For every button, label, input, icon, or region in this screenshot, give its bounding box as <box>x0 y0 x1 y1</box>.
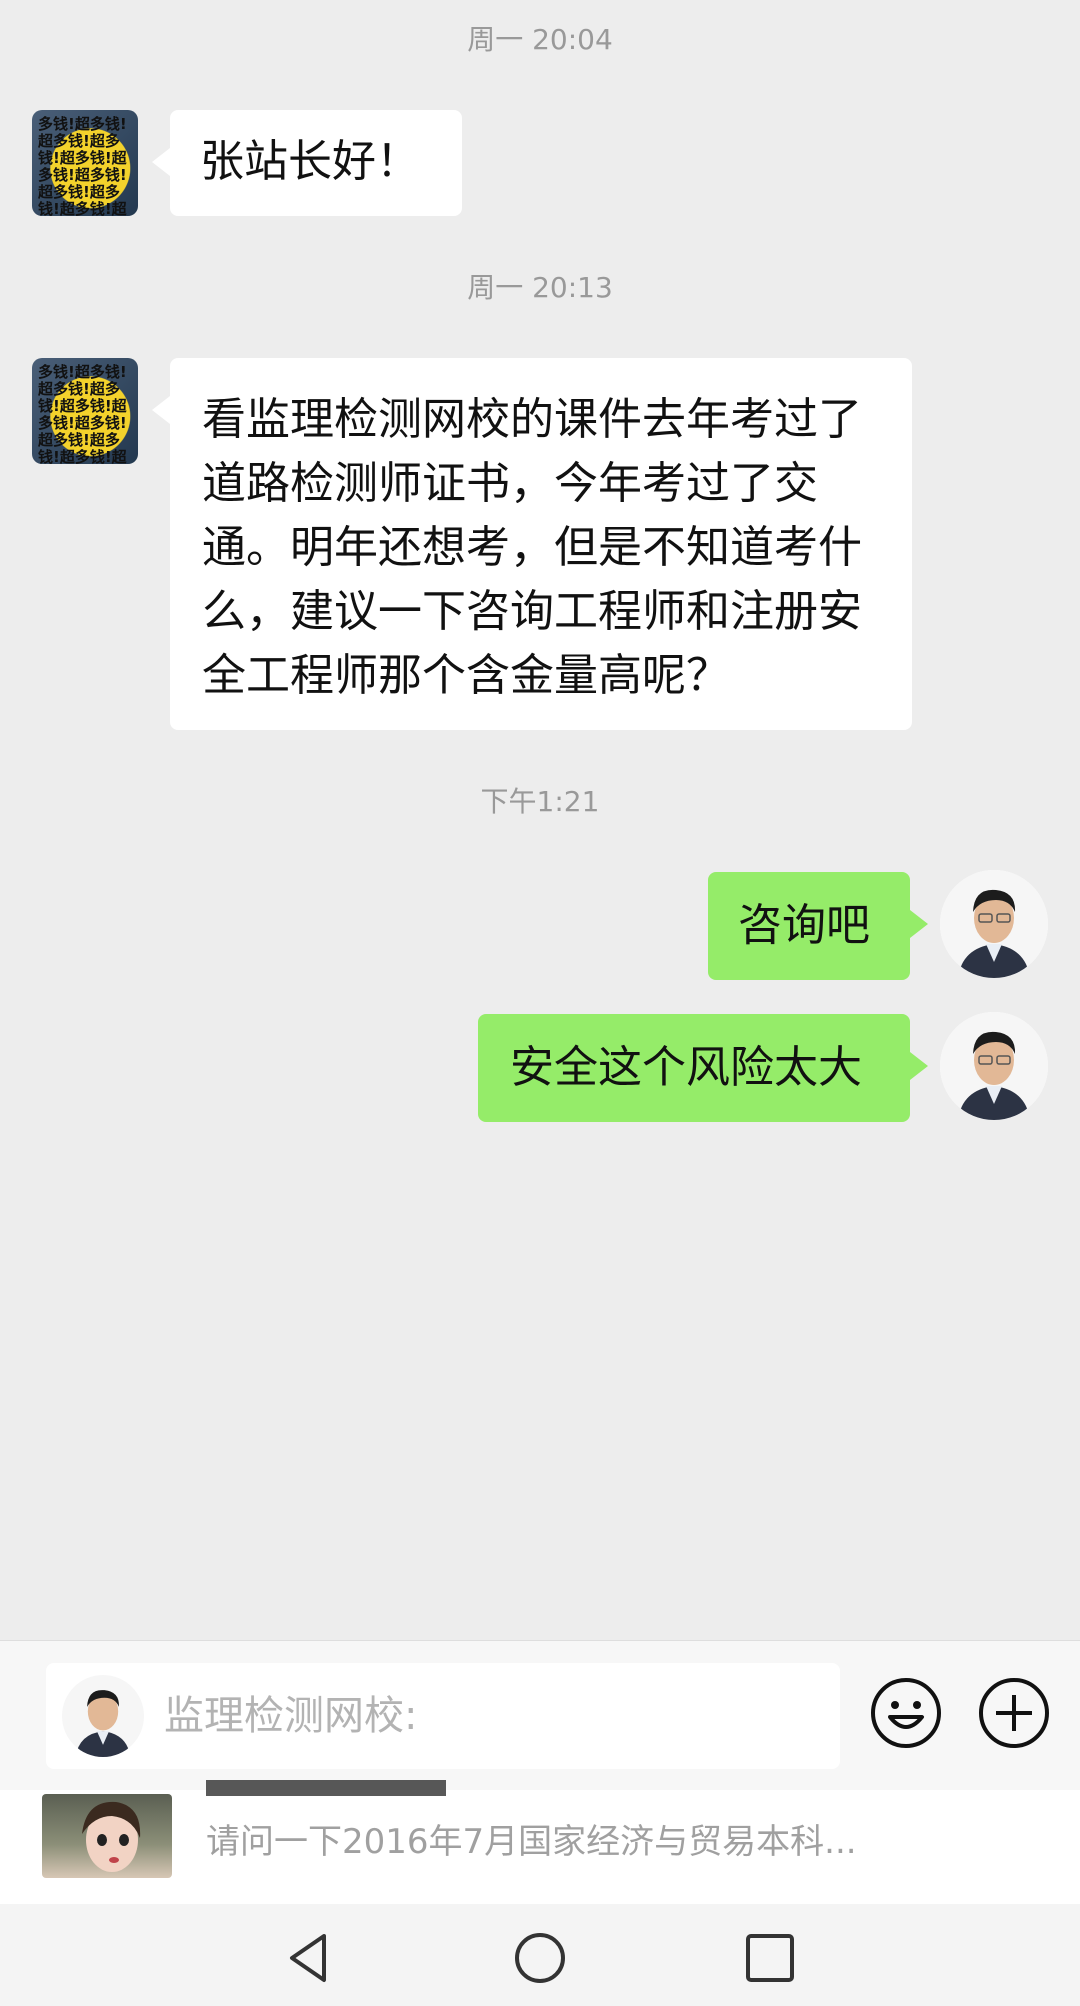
recent-apps-icon[interactable] <box>742 1930 798 1986</box>
timestamp: 下午1:21 <box>480 785 600 818</box>
input-bar: 监理检测网校: <box>0 1640 1080 1791</box>
reference-text: 请问一下2016年7月国家经济与贸易本科... <box>206 1822 857 1862</box>
input-avatar <box>62 1675 144 1757</box>
message-text: 安全这个风险太大 <box>510 1042 862 1093</box>
emoji-icon[interactable] <box>870 1677 942 1749</box>
message-line: 道路检测师证书，今年考过了交 <box>202 458 818 509</box>
message-line: 通。明年还想考，但是不知道考什 <box>202 522 862 573</box>
contact-avatar[interactable]: 多钱!超多钱!超多钱!超多钱!超多钱!超多钱!超多钱!超多钱!超多钱!超多钱!超… <box>32 110 138 216</box>
message-bubble-received[interactable]: 张站长好！ <box>152 110 462 216</box>
message-bubble-sent[interactable]: 咨询吧 <box>708 872 928 980</box>
home-icon[interactable] <box>512 1930 568 1986</box>
message-bubble-received[interactable]: 看监理检测网校的课件去年考过了 道路检测师证书，今年考过了交 通。明年还想考，但… <box>152 358 912 730</box>
system-navigation-bar <box>0 1904 1080 2006</box>
plus-icon[interactable] <box>978 1677 1050 1749</box>
message-text: 咨询吧 <box>738 900 870 951</box>
timestamp: 周一 20:13 <box>467 271 613 304</box>
contact-avatar[interactable]: 多钱!超多钱!超多钱!超多钱!超多钱!超多钱!超多钱!超多钱!超多钱!超多钱!超… <box>32 358 138 464</box>
avatar-pattern-text: 多钱!超多钱!超多钱!超多钱!超多钱!超多钱!超多钱!超多钱!超多钱!超多钱!超… <box>38 363 127 465</box>
reference-thumbnail <box>42 1794 172 1878</box>
user-avatar[interactable] <box>940 1012 1048 1120</box>
input-placeholder: 监理检测网校: <box>164 1693 418 1739</box>
reference-preview[interactable]: 请问一下2016年7月国家经济与贸易本科... <box>0 1780 1080 1904</box>
message-text: 张站长好！ <box>200 136 420 187</box>
message-bubble-sent[interactable]: 安全这个风险太大 <box>478 1014 928 1122</box>
reference-title-clipped <box>206 1780 466 1796</box>
person-photo-icon <box>940 870 1048 978</box>
message-line: 全工程师那个含金量高呢？ <box>202 650 730 701</box>
back-icon[interactable] <box>282 1930 338 1986</box>
message-line: 么，建议一下咨询工程师和注册安 <box>202 586 862 637</box>
message-line: 看监理检测网校的课件去年考过了 <box>202 394 862 445</box>
user-avatar[interactable] <box>940 870 1048 978</box>
person-photo-icon <box>62 1675 144 1757</box>
timestamp: 周一 20:04 <box>467 23 613 56</box>
avatar-pattern-text: 多钱!超多钱!超多钱!超多钱!超多钱!超多钱!超多钱!超多钱!超多钱!超多钱!超… <box>38 115 127 217</box>
message-input[interactable]: 监理检测网校: <box>46 1663 840 1769</box>
cartoon-girl-icon <box>82 1801 141 1872</box>
person-photo-icon <box>940 1012 1048 1120</box>
